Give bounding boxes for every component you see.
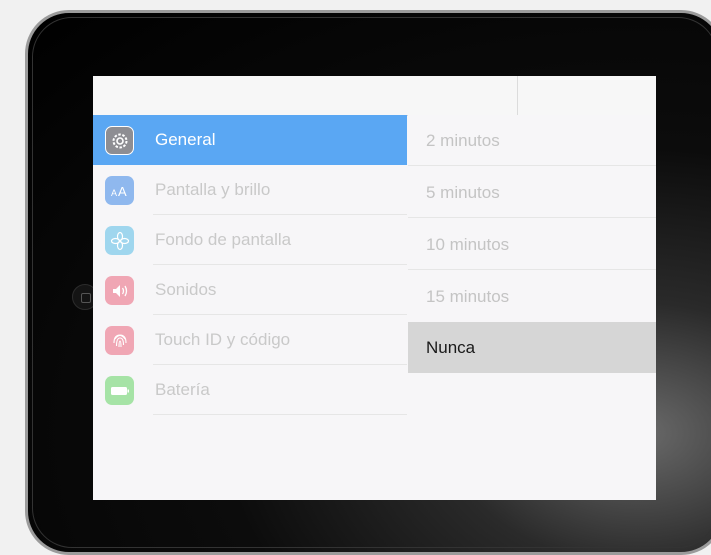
option-10-minutes[interactable]: 10 minutos: [408, 219, 656, 270]
option-label: 15 minutos: [426, 287, 510, 306]
svg-text:A: A: [111, 188, 117, 198]
sidebar-item-label: Pantalla y brillo: [155, 180, 271, 199]
auto-lock-options: 2 minutos 5 minutos 10 minutos 15 minuto…: [408, 115, 656, 500]
option-label: 10 minutos: [426, 235, 510, 254]
option-5-minutes[interactable]: 5 minutos: [408, 167, 656, 218]
speaker-icon: [105, 276, 134, 305]
row-separator: [408, 217, 656, 218]
row-separator: [153, 414, 407, 415]
flower-icon: [105, 226, 134, 255]
row-separator: [408, 165, 656, 166]
option-never[interactable]: Nunca: [408, 322, 656, 373]
sidebar-item-wallpaper[interactable]: Fondo de pantalla: [93, 215, 407, 265]
row-separator: [408, 269, 656, 270]
option-label: 2 minutos: [426, 131, 500, 150]
sidebar-item-label: Touch ID y código: [155, 330, 291, 349]
navigation-bar-divider: [517, 76, 518, 115]
sidebar-item-battery[interactable]: Batería: [93, 365, 407, 415]
sidebar-item-sounds[interactable]: Sonidos: [93, 265, 407, 315]
battery-icon: [105, 376, 134, 405]
sidebar-item-label: General: [155, 130, 216, 149]
sidebar-item-display-brightness[interactable]: A A Pantalla y brillo: [93, 165, 407, 215]
svg-text:A: A: [118, 184, 127, 198]
sidebar-item-label: Fondo de pantalla: [155, 230, 292, 249]
option-label: Nunca: [426, 338, 476, 357]
option-label: 5 minutos: [426, 183, 500, 202]
gear-icon: [105, 126, 134, 155]
ipad-screen: General A A Pantalla y brillo Fondo de p…: [93, 76, 656, 500]
sidebar-item-touch-id[interactable]: Touch ID y código: [93, 315, 407, 365]
sidebar-item-label: Sonidos: [155, 280, 217, 299]
option-15-minutes[interactable]: 15 minutos: [408, 271, 656, 322]
option-2-minutes[interactable]: 2 minutos: [408, 115, 656, 166]
text-size-icon: A A: [105, 176, 134, 205]
sidebar-item-label: Batería: [155, 380, 210, 399]
fingerprint-icon: [105, 326, 134, 355]
sidebar-item-general[interactable]: General: [93, 115, 407, 165]
settings-sidebar: General A A Pantalla y brillo Fondo de p…: [93, 115, 407, 500]
navigation-bar: [93, 76, 656, 116]
